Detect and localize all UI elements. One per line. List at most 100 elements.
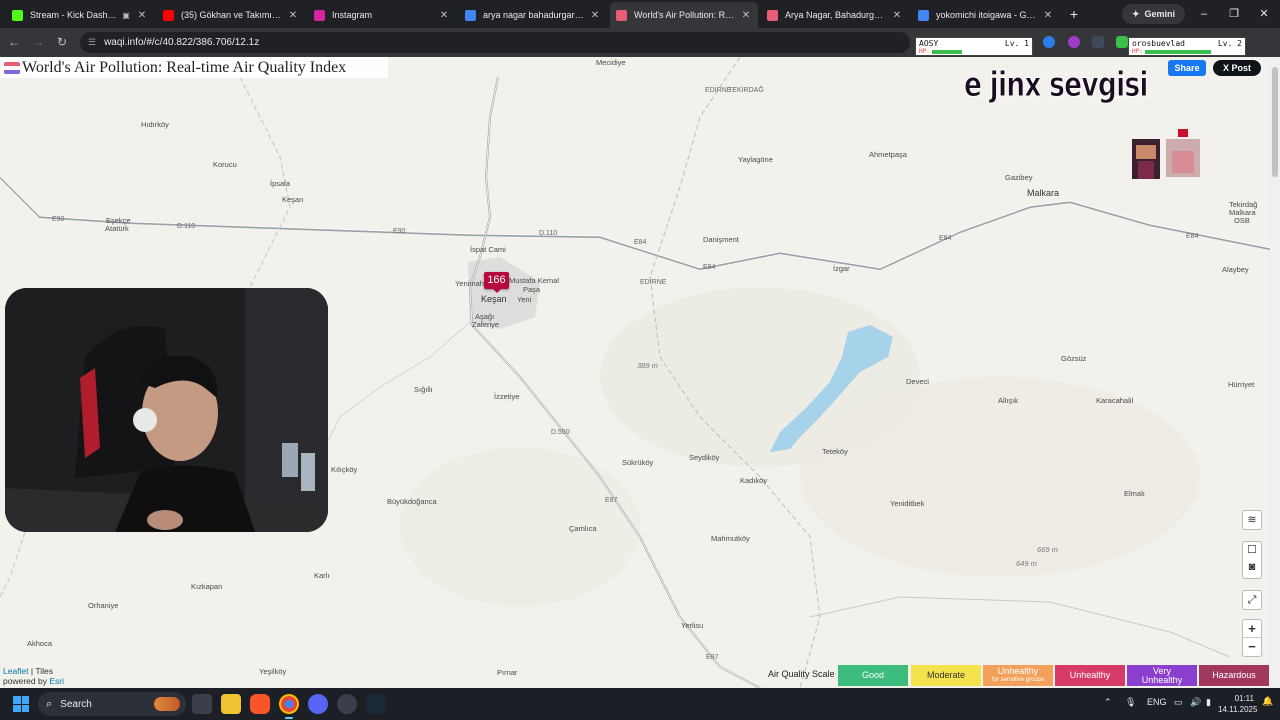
place-label: Yenimah (455, 279, 484, 288)
obs-icon[interactable] (337, 694, 357, 714)
fullscreen-icon[interactable]: ⤢ (1242, 590, 1262, 610)
place-label: Çamlıca (569, 524, 597, 533)
file-explorer-icon[interactable] (221, 694, 241, 714)
browser-tab[interactable]: Stream - Kick Dashboard▣ ✕ (6, 4, 154, 26)
browser-tab[interactable]: (35) Gökhan ve Takımı Bektaş ✕ (157, 4, 305, 26)
search-icon: ⌕ (46, 697, 53, 710)
steam-icon[interactable] (366, 694, 386, 714)
webcam-overlay (5, 288, 328, 532)
place-label: Sükrüköy (622, 458, 654, 467)
zoom-out-button[interactable]: − (1243, 638, 1261, 655)
place-label: Deveci (906, 377, 929, 386)
place-label: Büyükdoğanca (387, 497, 437, 506)
place-label: Orhaniye (88, 601, 119, 610)
browser-tab[interactable]: yokomichi itoigawa - Google ✕ (912, 4, 1060, 26)
leaflet-link[interactable]: Leaflet (3, 666, 29, 676)
place-label: Malkara (1027, 188, 1060, 198)
forward-icon[interactable]: → (30, 34, 46, 50)
aqi-scale-level[interactable]: Very Unhealthy (1127, 665, 1197, 686)
scrollbar-thumb[interactable] (1272, 67, 1278, 177)
tab-title: Instagram (332, 10, 373, 20)
place-label: Paşa (523, 285, 541, 294)
aqi-scale-label: Air Quality Scale (768, 669, 835, 679)
notification-icon[interactable]: 🔔 (1262, 696, 1273, 707)
gemini-button[interactable]: ✦ Gemini (1122, 4, 1186, 24)
reload-icon[interactable]: ↻ (54, 34, 70, 50)
waqi-logo-icon (4, 61, 20, 74)
esri-link[interactable]: Esri (49, 676, 64, 686)
place-label: Yeni (517, 295, 532, 304)
place-label: Kılıçköy (331, 465, 358, 474)
microphone-icon[interactable]: 🎙 (1125, 697, 1136, 708)
display-icon[interactable]: ▭ (1174, 697, 1183, 708)
tab-close-icon[interactable]: ✕ (589, 10, 601, 21)
browser-tab[interactable]: arya nagar bahadurgarh - Go ✕ (459, 4, 607, 26)
page-title-bar: World's Air Pollution: Real-time Air Qua… (0, 57, 388, 78)
close-window-button[interactable]: ✕ (1256, 6, 1272, 22)
taskbar-search[interactable]: ⌕ Search (38, 692, 186, 716)
restore-button[interactable]: ❐ (1226, 6, 1242, 22)
aqi-scale-level[interactable]: Hazardous (1199, 665, 1269, 686)
zoom-in-button[interactable]: + (1243, 620, 1261, 638)
extension-icon[interactable] (1092, 36, 1104, 48)
active-app-indicator (285, 717, 293, 719)
back-icon[interactable]: ← (6, 34, 22, 50)
page-scrollbar[interactable] (1270, 57, 1280, 688)
language-indicator[interactable]: ENG (1147, 697, 1167, 707)
tab-close-icon[interactable]: ✕ (287, 10, 299, 21)
x-post-button[interactable]: X Post (1213, 60, 1261, 76)
brave-browser-icon[interactable] (250, 694, 270, 714)
aqi-scale-level[interactable]: Moderate (911, 665, 981, 686)
aqi-scale-level[interactable]: Unhealthy (1055, 665, 1125, 686)
tab-title: (35) Gökhan ve Takımı Bektaş (181, 10, 283, 20)
facebook-share-button[interactable]: Share (1168, 60, 1206, 76)
hud-right-level: Lv. 2 (1217, 39, 1242, 48)
battery-icon[interactable]: ▮ (1206, 697, 1211, 708)
extension-icon[interactable] (1116, 36, 1128, 48)
layers-icon[interactable]: ≋ (1242, 510, 1262, 530)
task-view-icon[interactable] (192, 694, 212, 714)
chrome-icon[interactable] (279, 694, 299, 714)
aqi-level-sub: Unhealthy (1141, 674, 1183, 685)
address-bar[interactable]: ☰ waqi.info/#/c/40.822/386.706/12.1z (80, 32, 910, 53)
aqi-level-name: Hazardous (1212, 670, 1256, 680)
new-tab-button[interactable]: + (1066, 6, 1082, 22)
tab-favicon-icon (616, 9, 627, 21)
aqi-level-name: Unhealthy (1069, 670, 1111, 680)
hud-left-level: Lv. 1 (1004, 39, 1029, 48)
legend-icon[interactable]: ☐ (1243, 542, 1261, 559)
aqi-station-marker[interactable]: 166 (484, 272, 509, 293)
browser-tab[interactable]: Arya Nagar, Bahadurgarh, Ind ✕ (761, 4, 909, 26)
place-label: İzzetiye (494, 392, 520, 401)
discord-icon[interactable] (308, 694, 328, 714)
extension-icon[interactable] (1043, 36, 1055, 48)
browser-tab[interactable]: Instagram ✕ (308, 4, 456, 26)
place-label: Sığıllı (414, 385, 433, 394)
tab-title: yokomichi itoigawa - Google (936, 10, 1038, 20)
place-label: Ahmetpaşa (869, 150, 907, 159)
tab-close-icon[interactable]: ✕ (1042, 10, 1054, 21)
place-label: Mahmutköy (711, 534, 750, 543)
extension-icon[interactable] (1068, 36, 1080, 48)
cast-icon[interactable]: ▣ (120, 11, 132, 20)
aqi-scale-level[interactable]: Unhealthy for sensitive groups (983, 665, 1053, 686)
minimize-button[interactable]: – (1196, 6, 1212, 22)
aqi-scale-level[interactable]: Good (838, 665, 908, 686)
place-label: İspat Cami (470, 245, 506, 254)
site-info-icon[interactable]: ☰ (88, 37, 96, 48)
tab-title: World's Air Pollution: Real-tim (634, 10, 736, 20)
place-label: OSB (1234, 216, 1250, 225)
tiles-label: Tiles (35, 666, 53, 676)
clock-time: 01:11 (1234, 694, 1254, 703)
tab-close-icon[interactable]: ✕ (891, 10, 903, 21)
tab-close-icon[interactable]: ✕ (740, 10, 752, 21)
tab-close-icon[interactable]: ✕ (136, 10, 148, 21)
mask-icon[interactable]: ◙ (1243, 559, 1261, 576)
start-button[interactable] (13, 696, 29, 712)
tray-overflow-icon[interactable]: ⌃ (1104, 697, 1112, 708)
tab-close-icon[interactable]: ✕ (438, 10, 450, 21)
browser-tab[interactable]: World's Air Pollution: Real-tim ✕ (610, 2, 758, 28)
system-clock[interactable]: 01:11 14.11.2025 (1218, 693, 1257, 715)
volume-icon[interactable]: 🔊 (1190, 697, 1201, 708)
place-label: Seydiköy (689, 453, 720, 462)
